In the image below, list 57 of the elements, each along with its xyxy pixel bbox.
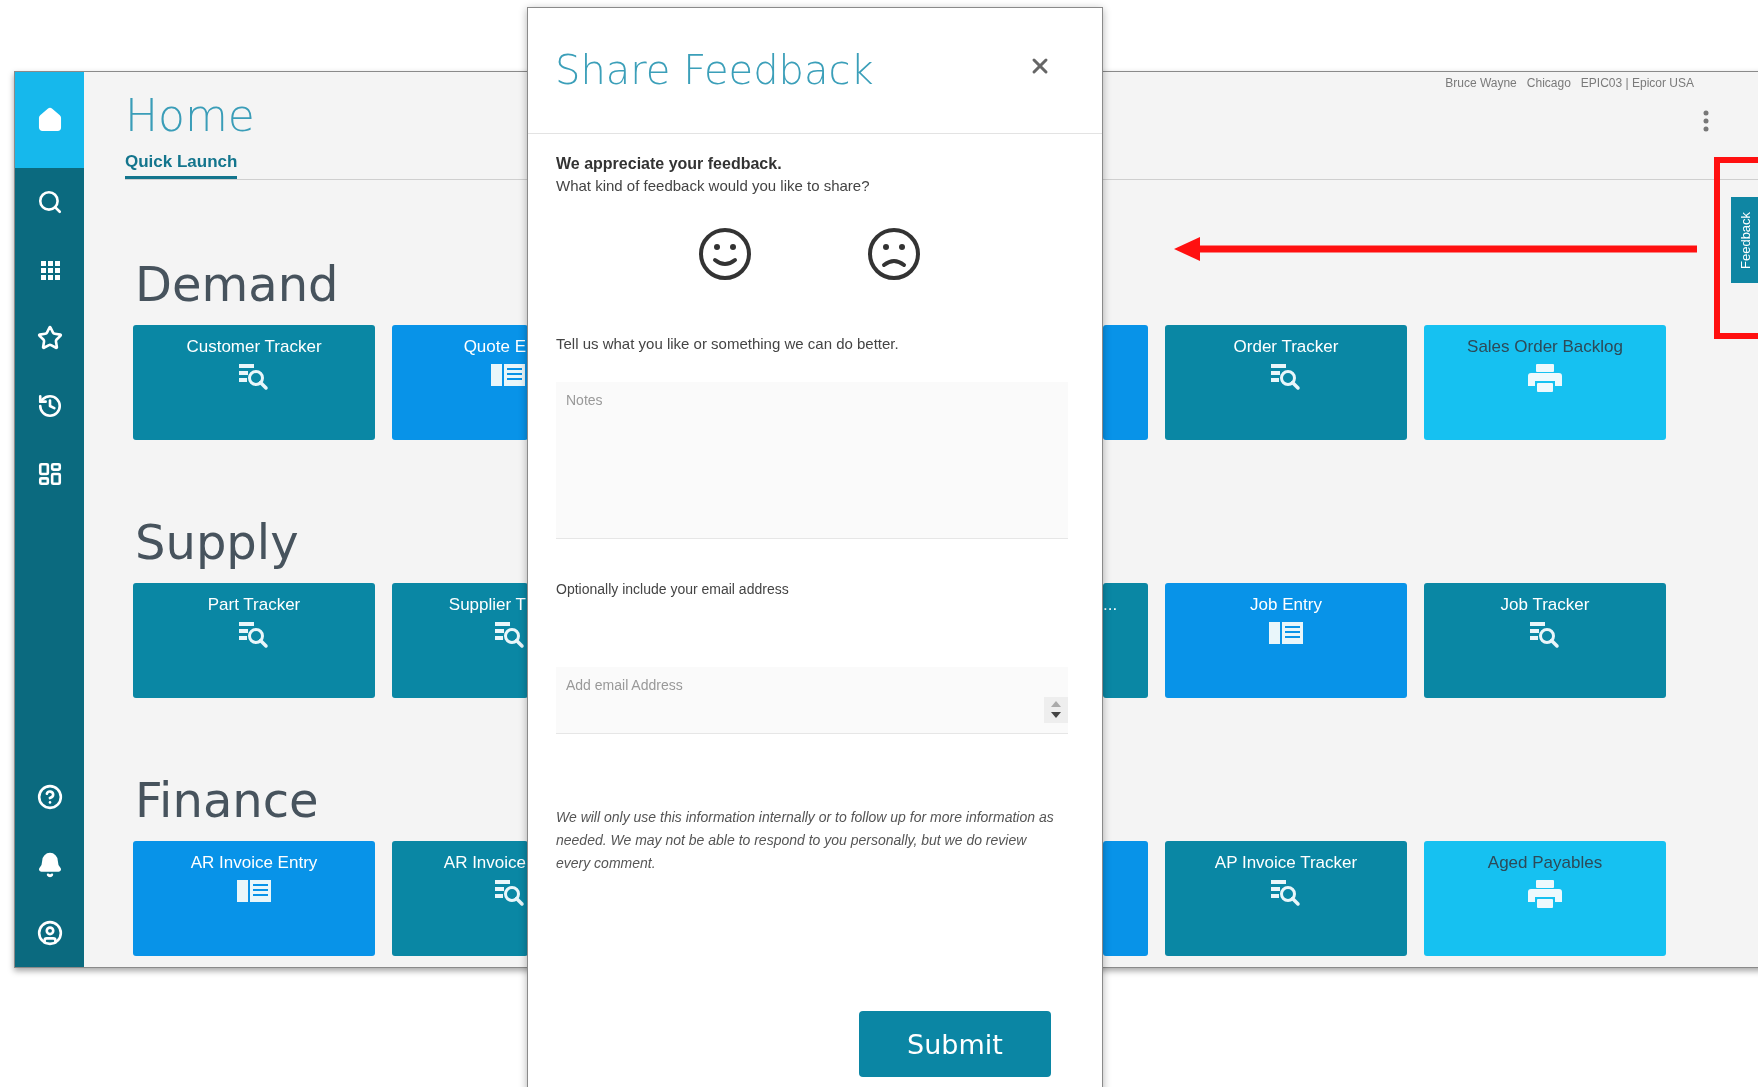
printer-icon: [1527, 363, 1563, 393]
search-list-icon: [494, 879, 526, 907]
happy-face-button[interactable]: [697, 227, 752, 281]
tab[interactable]: Quick Launch: [125, 152, 238, 179]
search-list-icon: [1270, 363, 1302, 391]
bell-icon: [36, 852, 63, 878]
launch-tile[interactable]: Sales Order Backlog: [1424, 325, 1666, 440]
star-icon: [36, 325, 63, 351]
email-field[interactable]: Add email Address: [556, 667, 1068, 734]
launch-tile[interactable]: Customer Tracker: [133, 325, 375, 440]
intro-text: We appreciate your feedback.: [556, 154, 783, 174]
section-heading: Finance: [135, 771, 319, 830]
prompt-text: Tell us what you like or something we can do better.: [556, 334, 900, 354]
launch-tile[interactable]: [1103, 325, 1148, 440]
search-list-icon: [238, 363, 270, 391]
launch-tile[interactable]: Supplier T: [392, 583, 528, 698]
launch-tile[interactable]: Job Tracker: [1424, 583, 1666, 698]
launch-tile[interactable]: Aged Payables: [1424, 841, 1666, 956]
disclaimer-text: We will only use this information internally or to follow up for more information as needed. We may not be able to respond to you personally, but we do review every comment.: [556, 808, 1055, 873]
dashboard-icon: [36, 461, 63, 487]
history-icon: [36, 393, 63, 419]
launch-tile[interactable]: Quote E: [392, 325, 528, 440]
company-name: EPIC03 | Epicor USA: [1580, 76, 1694, 90]
feedback-tab[interactable]: Feedback: [1731, 197, 1758, 283]
printer-icon: [1527, 879, 1563, 909]
launch-tile[interactable]: Job Entry: [1165, 583, 1407, 698]
launch-tile[interactable]: AP Invoice Tracker: [1165, 841, 1407, 956]
notes-field[interactable]: Notes: [556, 382, 1068, 539]
launch-tile[interactable]: AR Invoice Entry: [133, 841, 375, 956]
home-icon: [36, 107, 63, 133]
search-icon: [36, 189, 63, 215]
form-icon: [490, 363, 526, 387]
help-icon: [36, 784, 63, 810]
form-icon: [1268, 621, 1304, 645]
dialog-title: Share Feedback: [555, 46, 874, 95]
search-list-icon: [238, 621, 270, 649]
launch-tile[interactable]: Part Tracker: [133, 583, 375, 698]
spinner-icon[interactable]: [1044, 697, 1068, 723]
email-label: Optionally include your email address: [556, 580, 790, 599]
launch-tile[interactable]: Order Tracker: [1165, 325, 1407, 440]
sad-face-button[interactable]: [866, 227, 921, 281]
user-icon: [36, 920, 63, 946]
launch-tile[interactable]: AR Invoice: [392, 841, 528, 956]
submit-button[interactable]: Submit: [859, 1011, 1051, 1077]
user-name: Bruce Wayne: [1445, 76, 1517, 90]
section-heading: Demand: [135, 255, 339, 314]
form-icon: [236, 879, 272, 903]
launch-tile[interactable]: [1103, 841, 1148, 956]
more-icon: [1703, 110, 1709, 132]
page-title: Home: [125, 90, 255, 142]
section-heading: Supply: [135, 513, 299, 572]
search-list-icon: [1270, 879, 1302, 907]
search-list-icon: [1529, 621, 1561, 649]
launch-tile[interactable]: ...: [1103, 583, 1148, 698]
question-text: What kind of feedback would you like to share?: [556, 176, 871, 196]
search-list-icon: [494, 621, 526, 649]
site-name: Chicago: [1526, 76, 1571, 90]
